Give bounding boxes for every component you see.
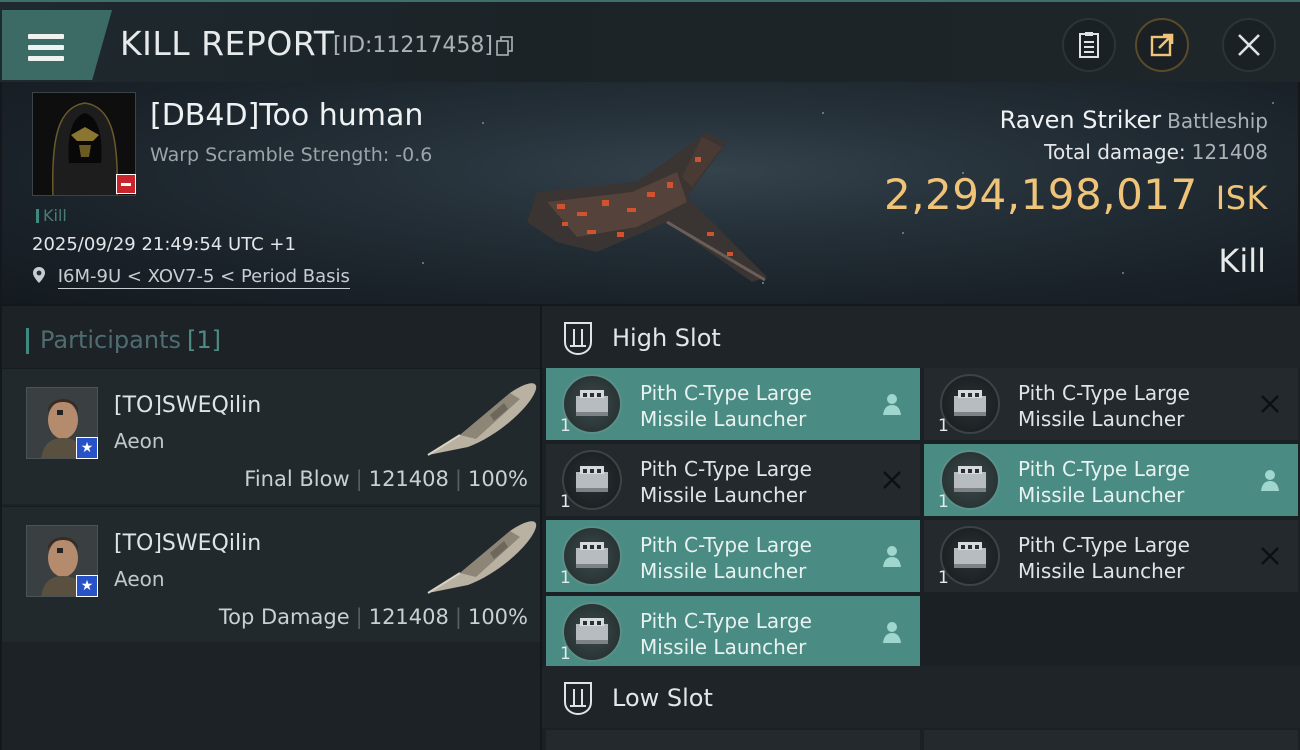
- kill-tag: Kill: [36, 206, 67, 225]
- module-quantity: 1: [560, 568, 571, 588]
- module-quantity: 1: [560, 416, 571, 436]
- close-button[interactable]: [1222, 18, 1276, 72]
- share-button[interactable]: [1135, 18, 1189, 72]
- warp-scramble-strength: Warp Scramble Strength: -0.6: [150, 144, 433, 166]
- dropped-person-icon: [883, 622, 901, 643]
- kill-datetime: 2025/09/29 21:49:54 UTC +1: [32, 234, 296, 255]
- module-quantity: 1: [560, 644, 571, 664]
- module-item[interactable]: 1 Pith C-Type Large Missile Launcher: [546, 520, 920, 592]
- participant-damage: 121408: [368, 605, 449, 629]
- missile-launcher-icon: [562, 374, 622, 434]
- ship-class: Battleship: [1167, 109, 1268, 133]
- header-bar: KILL REPORT [ID:11217458]: [0, 0, 1300, 82]
- copy-icon[interactable]: [496, 36, 514, 56]
- low-slot-label: Low Slot: [612, 684, 713, 712]
- module-item[interactable]: 1 Pith C-Type Large Missile Launcher: [924, 520, 1298, 592]
- module-name: Pith C-Type Large Missile Launcher: [640, 609, 812, 659]
- participant-stats: Top Damage | 121408 | 100%: [218, 605, 528, 629]
- missile-launcher-icon: [562, 602, 622, 662]
- module-name: Pith C-Type Large Missile Launcher: [1018, 381, 1190, 431]
- page-title: KILL REPORT: [120, 24, 335, 63]
- module-quantity: 1: [938, 568, 949, 588]
- dropped-person-icon: [883, 546, 901, 567]
- participant-row[interactable]: ★ [TO]SWEQilin Aeon Final Blow | 121408 | 10…: [2, 368, 540, 504]
- missile-launcher-icon: [562, 450, 622, 510]
- missile-launcher-icon: [940, 374, 1000, 434]
- result-label: Kill: [1218, 242, 1266, 280]
- participant-ship-image: [427, 383, 537, 456]
- participant-ship-image: [427, 521, 537, 594]
- missile-launcher-icon: [562, 526, 622, 586]
- isk-amount: 2,294,198,017: [883, 170, 1198, 219]
- participants-label: Participants: [40, 326, 181, 354]
- victim-ship-name[interactable]: Raven Striker Battleship: [1000, 106, 1268, 134]
- victim-name[interactable]: [DB4D]Too human: [150, 98, 423, 133]
- low-slot-header: Low Slot: [542, 666, 1300, 728]
- module-item[interactable]: 1 Pith C-Type Large Missile Launcher: [924, 368, 1298, 440]
- dropped-person-icon: [1261, 470, 1279, 491]
- module-name: Pith C-Type Large Missile Launcher: [640, 457, 812, 507]
- participant-role: Final Blow: [244, 467, 350, 491]
- module-name: Pith C-Type Large Missile Launcher: [1018, 457, 1190, 507]
- module-quantity: 1: [560, 492, 571, 512]
- low-slot-icon: [564, 682, 592, 716]
- total-damage-label: Total damage:: [1044, 140, 1186, 164]
- destroyed-x-icon: [1261, 395, 1279, 413]
- isk-value: 2,294,198,017 ISK: [884, 170, 1268, 219]
- low-slot-item-partial[interactable]: [546, 730, 920, 750]
- missile-launcher-icon: [940, 526, 1000, 586]
- participants-panel: Participants [1] ★ [TO]SWEQilin Aeon Fina…: [2, 306, 540, 750]
- participant-stats: Final Blow | 121408 | 100%: [244, 467, 528, 491]
- high-slot-icon: [564, 322, 592, 356]
- missile-launcher-icon: [940, 450, 1000, 510]
- fitting-panel: High Slot 1 Pith C-Type Large Missile Lau…: [542, 306, 1300, 750]
- location-link[interactable]: I6M-9U < XOV7-5 < Period Basis: [57, 266, 350, 289]
- high-slot-header: High Slot: [542, 306, 1300, 368]
- module-item[interactable]: 1 Pith C-Type Large Missile Launcher: [924, 444, 1298, 516]
- participant-ship: Aeon: [114, 429, 165, 453]
- participants-count: [1]: [186, 326, 221, 354]
- close-icon: [1238, 34, 1260, 56]
- menu-icon: [28, 34, 64, 62]
- victim-banner: [DB4D]Too human Warp Scramble Strength: …: [2, 82, 1298, 304]
- participants-title: Participants [1]: [26, 326, 221, 354]
- destroyed-x-icon: [1261, 547, 1279, 565]
- module-item[interactable]: 1 Pith C-Type Large Missile Launcher: [546, 444, 920, 516]
- module-quantity: 1: [938, 416, 949, 436]
- participant-damage: 121408: [368, 467, 449, 491]
- participant-percent: 100%: [467, 605, 528, 629]
- location-pin-icon: [33, 267, 45, 283]
- module-name: Pith C-Type Large Missile Launcher: [640, 533, 812, 583]
- module-item[interactable]: 1 Pith C-Type Large Missile Launcher: [546, 596, 920, 668]
- participant-name[interactable]: [TO]SWEQilin: [114, 531, 261, 556]
- victim-ship-image: [527, 132, 767, 282]
- high-slot-label: High Slot: [612, 324, 721, 352]
- destroyed-x-icon: [883, 471, 901, 489]
- module-name: Pith C-Type Large Missile Launcher: [1018, 533, 1190, 583]
- kill-id: [ID:11217458]: [333, 33, 493, 58]
- total-damage-value: 121408: [1191, 140, 1268, 164]
- report-icon: [1079, 32, 1099, 58]
- participant-ship: Aeon: [114, 567, 165, 591]
- menu-button[interactable]: [2, 10, 112, 80]
- participant-row[interactable]: ★ [TO]SWEQilin Aeon Top Damage | 121408 | 10…: [2, 506, 540, 642]
- participant-name[interactable]: [TO]SWEQilin: [114, 393, 261, 418]
- module-quantity: 1: [938, 492, 949, 512]
- ship-name-text: Raven Striker: [999, 106, 1162, 134]
- share-icon: [1150, 33, 1174, 57]
- hostile-badge: [116, 174, 136, 194]
- dropped-person-icon: [883, 394, 901, 415]
- isk-unit: ISK: [1215, 179, 1268, 217]
- report-button[interactable]: [1062, 18, 1116, 72]
- low-slot-item-partial[interactable]: [924, 730, 1298, 750]
- corp-star-icon: ★: [76, 575, 98, 597]
- corp-star-icon: ★: [76, 437, 98, 459]
- total-damage: Total damage: 121408: [1044, 140, 1268, 164]
- participant-role: Top Damage: [218, 605, 350, 629]
- module-item[interactable]: 1 Pith C-Type Large Missile Launcher: [546, 368, 920, 440]
- kill-location[interactable]: I6M-9U < XOV7-5 < Period Basis: [32, 266, 350, 289]
- module-name: Pith C-Type Large Missile Launcher: [640, 381, 812, 431]
- participant-percent: 100%: [467, 467, 528, 491]
